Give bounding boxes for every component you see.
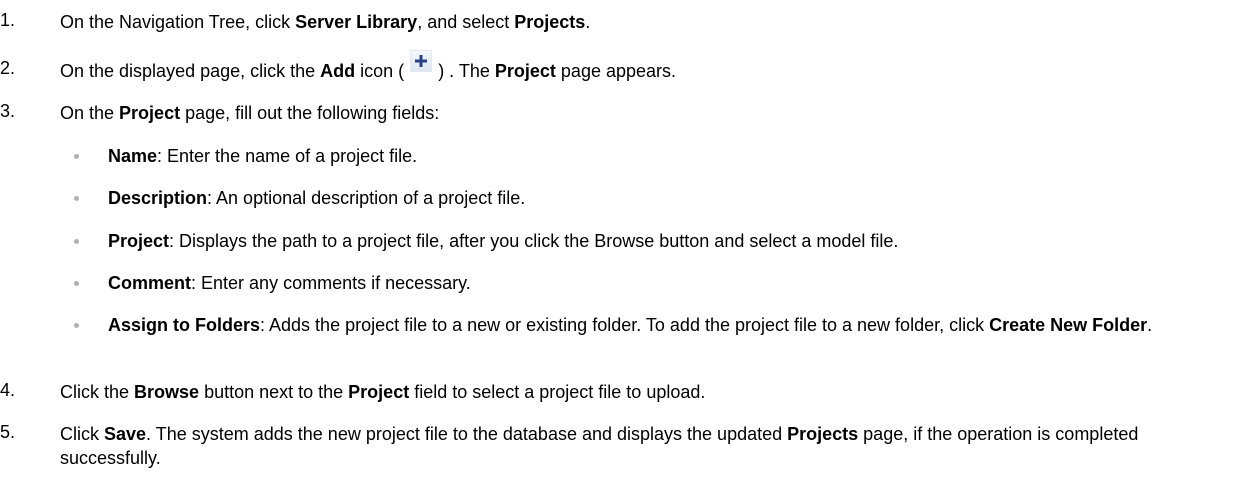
project-label: Project — [348, 382, 410, 402]
text: On the displayed page, click the — [60, 61, 321, 81]
text: field to select a project file to upload… — [409, 382, 706, 402]
text: On the — [60, 103, 120, 123]
text: . The system adds the new project file t… — [146, 424, 788, 444]
bullet-dot — [74, 154, 79, 159]
field-description: : Enter the name of a project file. — [157, 146, 418, 166]
field-description: : An optional description of a project f… — [207, 188, 526, 208]
server-library-label: Server Library — [295, 12, 418, 32]
bullet-dot — [74, 196, 79, 201]
field-name: Assign to Folders — [108, 315, 261, 335]
bullet-dot — [74, 239, 79, 244]
text: icon ( — [355, 61, 405, 81]
text: button next to the — [199, 382, 349, 402]
save-label: Save — [104, 424, 147, 444]
text: . — [585, 12, 591, 32]
field-description: : Adds the project file to a new or exis… — [260, 315, 990, 335]
step-text: On the displayed page, click the Add ico… — [60, 50, 1240, 83]
text: Click the — [60, 382, 135, 402]
text: , and select — [417, 12, 515, 32]
project-label: Project — [494, 61, 556, 81]
add-label: Add — [320, 61, 356, 81]
project-label: Project — [119, 103, 181, 123]
step-number: 1. — [0, 10, 16, 30]
field-name: Comment — [108, 273, 192, 293]
field-text: Project: Displays the path to a project … — [108, 229, 1238, 253]
projects-label: Projects — [787, 424, 859, 444]
field-text: Description: An optional description of … — [108, 186, 1238, 210]
bullet-dot — [74, 323, 79, 328]
text: ) . The — [438, 61, 495, 81]
field-name: Project — [108, 231, 170, 251]
text: Click — [60, 424, 104, 444]
field-description: : Enter any comments if necessary. — [191, 273, 471, 293]
field-name: Description — [108, 188, 208, 208]
step-number: 5. — [0, 422, 16, 442]
bullet-dot — [74, 281, 79, 286]
step-text: On the Navigation Tree, click Server Lib… — [60, 10, 1240, 34]
create-new-folder-label: Create New Folder — [989, 315, 1148, 335]
step-text: On the Project page, fill out the follow… — [60, 101, 1240, 125]
text: page, fill out the following fields: — [180, 103, 440, 123]
field-name: Name — [108, 146, 158, 166]
field-text: Comment: Enter any comments if necessary… — [108, 271, 1238, 295]
step-text: Click the Browse button next to the Proj… — [60, 380, 1240, 404]
text: page appears. — [555, 61, 677, 81]
step-number: 2. — [0, 58, 16, 78]
add-icon — [406, 50, 436, 80]
field-description: : Displays the path to a project file, a… — [169, 231, 899, 251]
projects-label: Projects — [514, 12, 586, 32]
field-text: Assign to Folders: Adds the project file… — [108, 313, 1238, 337]
step-number: 4. — [0, 380, 16, 400]
step-number: 3. — [0, 101, 16, 121]
browse-label: Browse — [134, 382, 200, 402]
text: On the Navigation Tree, click — [60, 12, 296, 32]
text: . — [1147, 315, 1153, 335]
step-text: Click Save. The system adds the new proj… — [60, 422, 1240, 470]
field-text: Name: Enter the name of a project file. — [108, 144, 1238, 168]
